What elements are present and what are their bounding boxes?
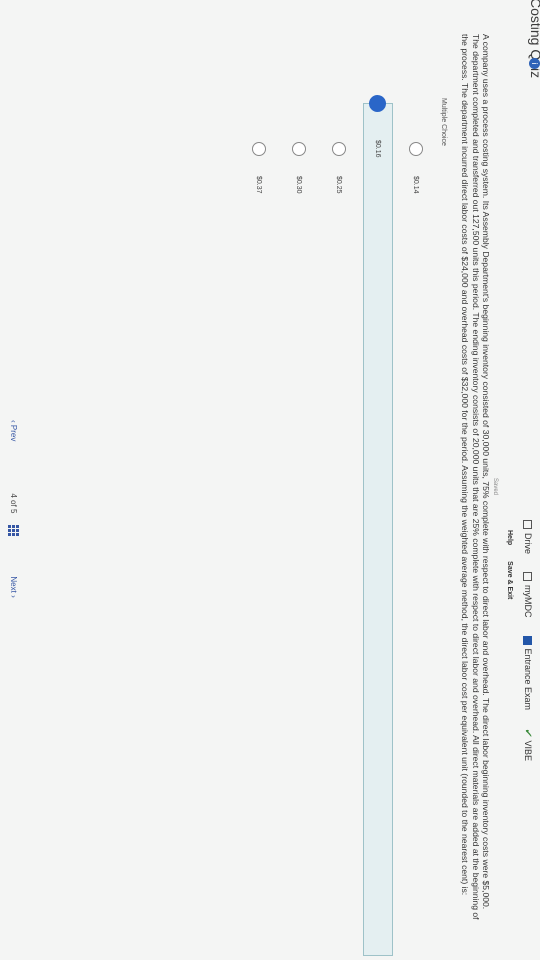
bookmark-label: Drive [523, 533, 533, 555]
chevron-right-icon: › [9, 595, 18, 598]
prev-label: Prev [9, 424, 18, 442]
radio-button-selected[interactable] [369, 95, 387, 112]
bookmark-icon [523, 635, 533, 645]
choice-option[interactable]: $0.14 [400, 126, 432, 956]
bookmark-entrance-exam[interactable]: Entrance Exam [523, 635, 533, 711]
quiz-page: Drive myMDC Entrance Exam ✔ VIBE Costing… [0, 0, 540, 960]
choice-option[interactable]: $0.25 [323, 126, 355, 956]
saved-status: Saved [492, 478, 498, 496]
radio-button[interactable] [409, 142, 423, 156]
next-button[interactable]: Next › [9, 576, 18, 597]
page-current: 4 [9, 493, 18, 498]
pagination-footer: ‹ Prev 4 of 5 Next › [8, 420, 19, 598]
choice-label: $0.37 [255, 176, 263, 194]
help-link[interactable]: Help [506, 530, 513, 545]
bookmark-label: VIBE [523, 740, 533, 761]
bookmarks-bar: Drive myMDC Entrance Exam ✔ VIBE [516, 0, 540, 960]
grid-icon[interactable] [8, 525, 19, 537]
info-icon[interactable]: i [529, 58, 540, 69]
page-total: 5 [9, 508, 18, 514]
choice-option-selected[interactable]: $0.16 [363, 95, 393, 956]
choice-label: $0.30 [295, 176, 303, 194]
choice-option[interactable]: $0.37 [243, 126, 275, 956]
next-label: Next [9, 576, 18, 593]
check-icon: ✔ [522, 728, 534, 737]
top-links: Help Save & Exit [506, 530, 513, 599]
bookmark-drive[interactable]: Drive [523, 520, 533, 554]
radio-button[interactable] [292, 142, 306, 156]
radio-button[interactable] [332, 142, 346, 156]
choice-option[interactable]: $0.30 [283, 126, 315, 956]
chevron-left-icon: ‹ [9, 420, 18, 423]
radio-button[interactable] [252, 142, 266, 156]
question-text: A company uses a process costing system.… [460, 34, 491, 920]
prev-button[interactable]: ‹ Prev [9, 420, 18, 441]
page-of: of [9, 500, 18, 507]
save-exit-link[interactable]: Save & Exit [506, 561, 513, 599]
page-icon [523, 572, 533, 582]
choice-label: $0.25 [335, 176, 343, 194]
choice-label: $0.16 [374, 140, 382, 158]
multiple-choice-label: Multiple Choice [440, 98, 447, 146]
bookmark-vibe[interactable]: ✔ VIBE [522, 728, 534, 761]
bookmark-label: Entrance Exam [523, 648, 533, 711]
bookmark-mymdc[interactable]: myMDC [523, 572, 533, 618]
page-indicator: 4 of 5 [9, 493, 18, 513]
choice-label: $0.14 [412, 176, 420, 194]
drive-icon [523, 520, 533, 529]
bookmark-label: myMDC [523, 585, 533, 618]
